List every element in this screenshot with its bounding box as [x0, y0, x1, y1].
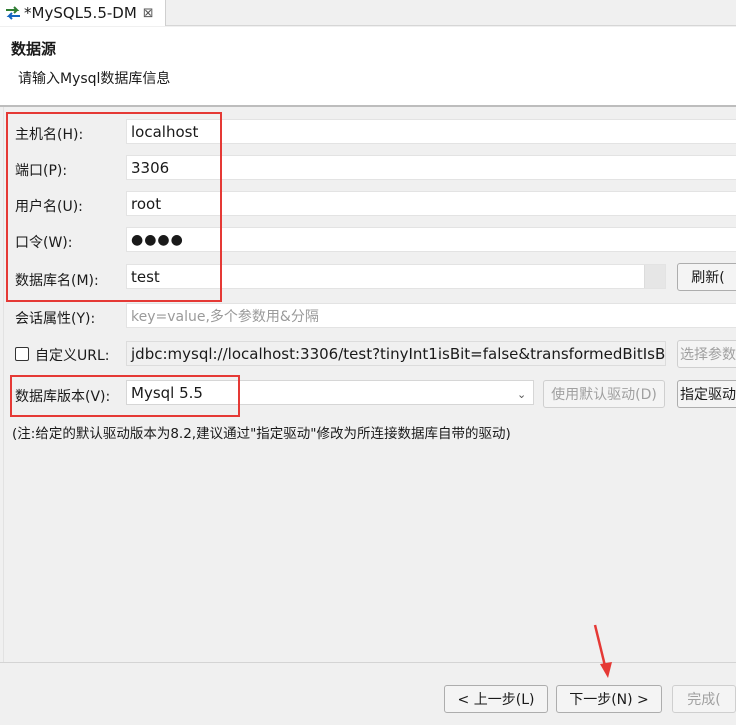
select-params-button[interactable]: 选择参数	[677, 340, 736, 368]
port-input[interactable]: 3306	[126, 155, 736, 180]
database-label: 数据库名(M):	[15, 273, 99, 289]
specify-driver-button[interactable]: 指定驱动	[677, 380, 736, 408]
session-placeholder: key=value,多个参数用&分隔	[131, 308, 319, 325]
wizard-footer: < 上一步(L) 下一步(N) > 完成(	[0, 662, 736, 725]
password-label: 口令(W):	[15, 235, 73, 251]
next-button[interactable]: 下一步(N) >	[556, 685, 662, 713]
database-input[interactable]: test	[126, 264, 666, 289]
custom-url-label: 自定义URL:	[35, 348, 110, 364]
back-button[interactable]: < 上一步(L)	[444, 685, 548, 713]
annotation-arrow-icon	[593, 624, 612, 678]
form-panel: 主机名(H): localhost 端口(P): 3306 用户名(U): ro…	[3, 107, 736, 662]
password-input[interactable]: ●●●●	[126, 227, 736, 252]
host-label: 主机名(H):	[15, 127, 84, 143]
tab-title: *MySQL5.5-DM	[24, 4, 137, 22]
custom-url-checkbox[interactable]	[15, 347, 29, 361]
wizard-header: 数据源 请输入Mysql数据库信息	[0, 27, 736, 105]
chevron-down-icon[interactable]: ⌄	[517, 388, 526, 401]
transfer-icon	[6, 6, 20, 20]
port-label: 端口(P):	[15, 163, 68, 179]
page-title: 数据源	[11, 40, 57, 58]
database-dropdown-area[interactable]	[644, 265, 665, 288]
version-select[interactable]: Mysql 5.5	[126, 380, 534, 405]
session-label: 会话属性(Y):	[15, 311, 96, 327]
use-default-driver-button[interactable]: 使用默认驱动(D)	[543, 380, 665, 408]
finish-button[interactable]: 完成(	[672, 685, 736, 713]
editor-tab-bar: *MySQL5.5-DM ⊠	[0, 0, 736, 26]
refresh-button[interactable]: 刷新(	[677, 263, 736, 291]
driver-note: (注:给定的默认驱动版本为8.2,建议通过"指定驱动"修改为所连接数据库自带的驱…	[12, 426, 511, 442]
host-input[interactable]: localhost	[126, 119, 736, 144]
custom-url-input[interactable]: jdbc:mysql://localhost:3306/test?tinyInt…	[126, 341, 666, 366]
page-description: 请输入Mysql数据库信息	[18, 71, 171, 87]
session-input[interactable]: key=value,多个参数用&分隔	[126, 303, 736, 328]
user-label: 用户名(U):	[15, 199, 83, 215]
user-input[interactable]: root	[126, 191, 736, 216]
close-icon[interactable]: ⊠	[143, 6, 154, 21]
version-label: 数据库版本(V):	[15, 389, 111, 405]
tab-mysql-dm[interactable]: *MySQL5.5-DM ⊠	[0, 0, 166, 26]
